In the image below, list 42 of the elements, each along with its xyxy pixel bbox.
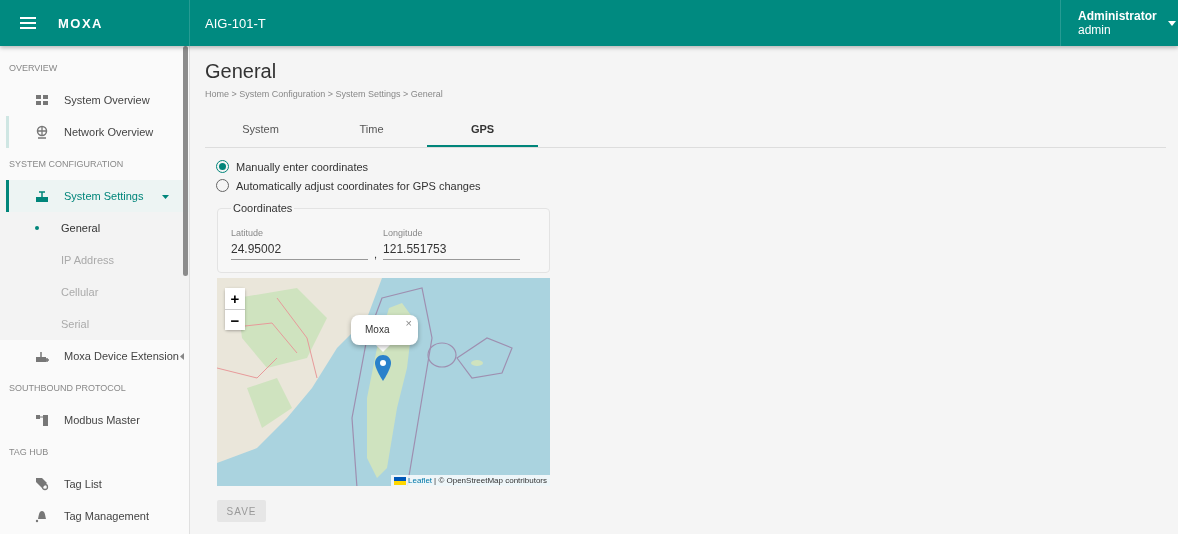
close-button[interactable]: ×	[405, 317, 412, 329]
attribution-text: | © OpenStreetMap contributors	[434, 476, 547, 485]
latitude-field[interactable]: Latitude 24.95002	[231, 228, 368, 260]
nav-item[interactable]: System Overview	[6, 84, 189, 116]
page-title: General	[205, 60, 278, 84]
grid-icon	[35, 93, 49, 107]
user-name: admin	[1078, 23, 1112, 37]
menu-icon[interactable]	[20, 17, 36, 29]
leaflet-link[interactable]: Leaflet	[408, 476, 433, 485]
section-heading: TAG HUB	[8, 446, 50, 459]
breadcrumb: Home > System Configuration > System Settings > General	[205, 89, 444, 99]
tag-icon	[35, 477, 49, 491]
user-menu[interactable]: Administrator admin	[1060, 0, 1178, 46]
popup-text: Moxa	[365, 324, 390, 335]
panel-legend: Coordinates	[231, 202, 295, 214]
scrollbar[interactable]	[183, 46, 188, 276]
section-heading: SYSTEM CONFIGURATION	[8, 158, 125, 171]
longitude-field[interactable]: Longitude 121.551753	[383, 228, 521, 260]
radio-label: Automatically adjust coordinates for GPS changes	[236, 179, 481, 192]
nav-item[interactable]: Tag List	[6, 468, 189, 500]
bell-icon	[35, 509, 49, 523]
nav-item[interactable]: Modbus Master	[6, 404, 189, 436]
nav-item[interactable]: System Settings	[6, 180, 189, 212]
zoom-out-button[interactable]: −	[225, 309, 245, 330]
zoom-in-button[interactable]: +	[225, 288, 245, 309]
caret-icon	[1168, 20, 1177, 26]
nav-subitem[interactable]: General	[6, 212, 189, 244]
globe-icon	[35, 125, 49, 139]
separator-text: ,	[374, 249, 378, 260]
tab[interactable]: GPS	[427, 113, 538, 147]
nav-item[interactable]: Moxa Device Extension	[6, 340, 189, 372]
user-role: Administrator	[1078, 9, 1158, 23]
tab[interactable]: System	[205, 113, 316, 147]
nav-item[interactable]: Tag Management	[6, 500, 189, 532]
section-heading: OVERVIEW	[8, 62, 59, 75]
flag-icon	[394, 476, 407, 485]
section-heading: SOUTHBOUND PROTOCOL	[8, 382, 127, 395]
radio-label: Manually enter coordinates	[236, 160, 369, 173]
logo: MOXA	[58, 15, 103, 31]
tab[interactable]: Time	[316, 113, 427, 147]
device-name: AIG-101-T	[204, 15, 267, 31]
map-pin-icon[interactable]	[375, 355, 391, 381]
